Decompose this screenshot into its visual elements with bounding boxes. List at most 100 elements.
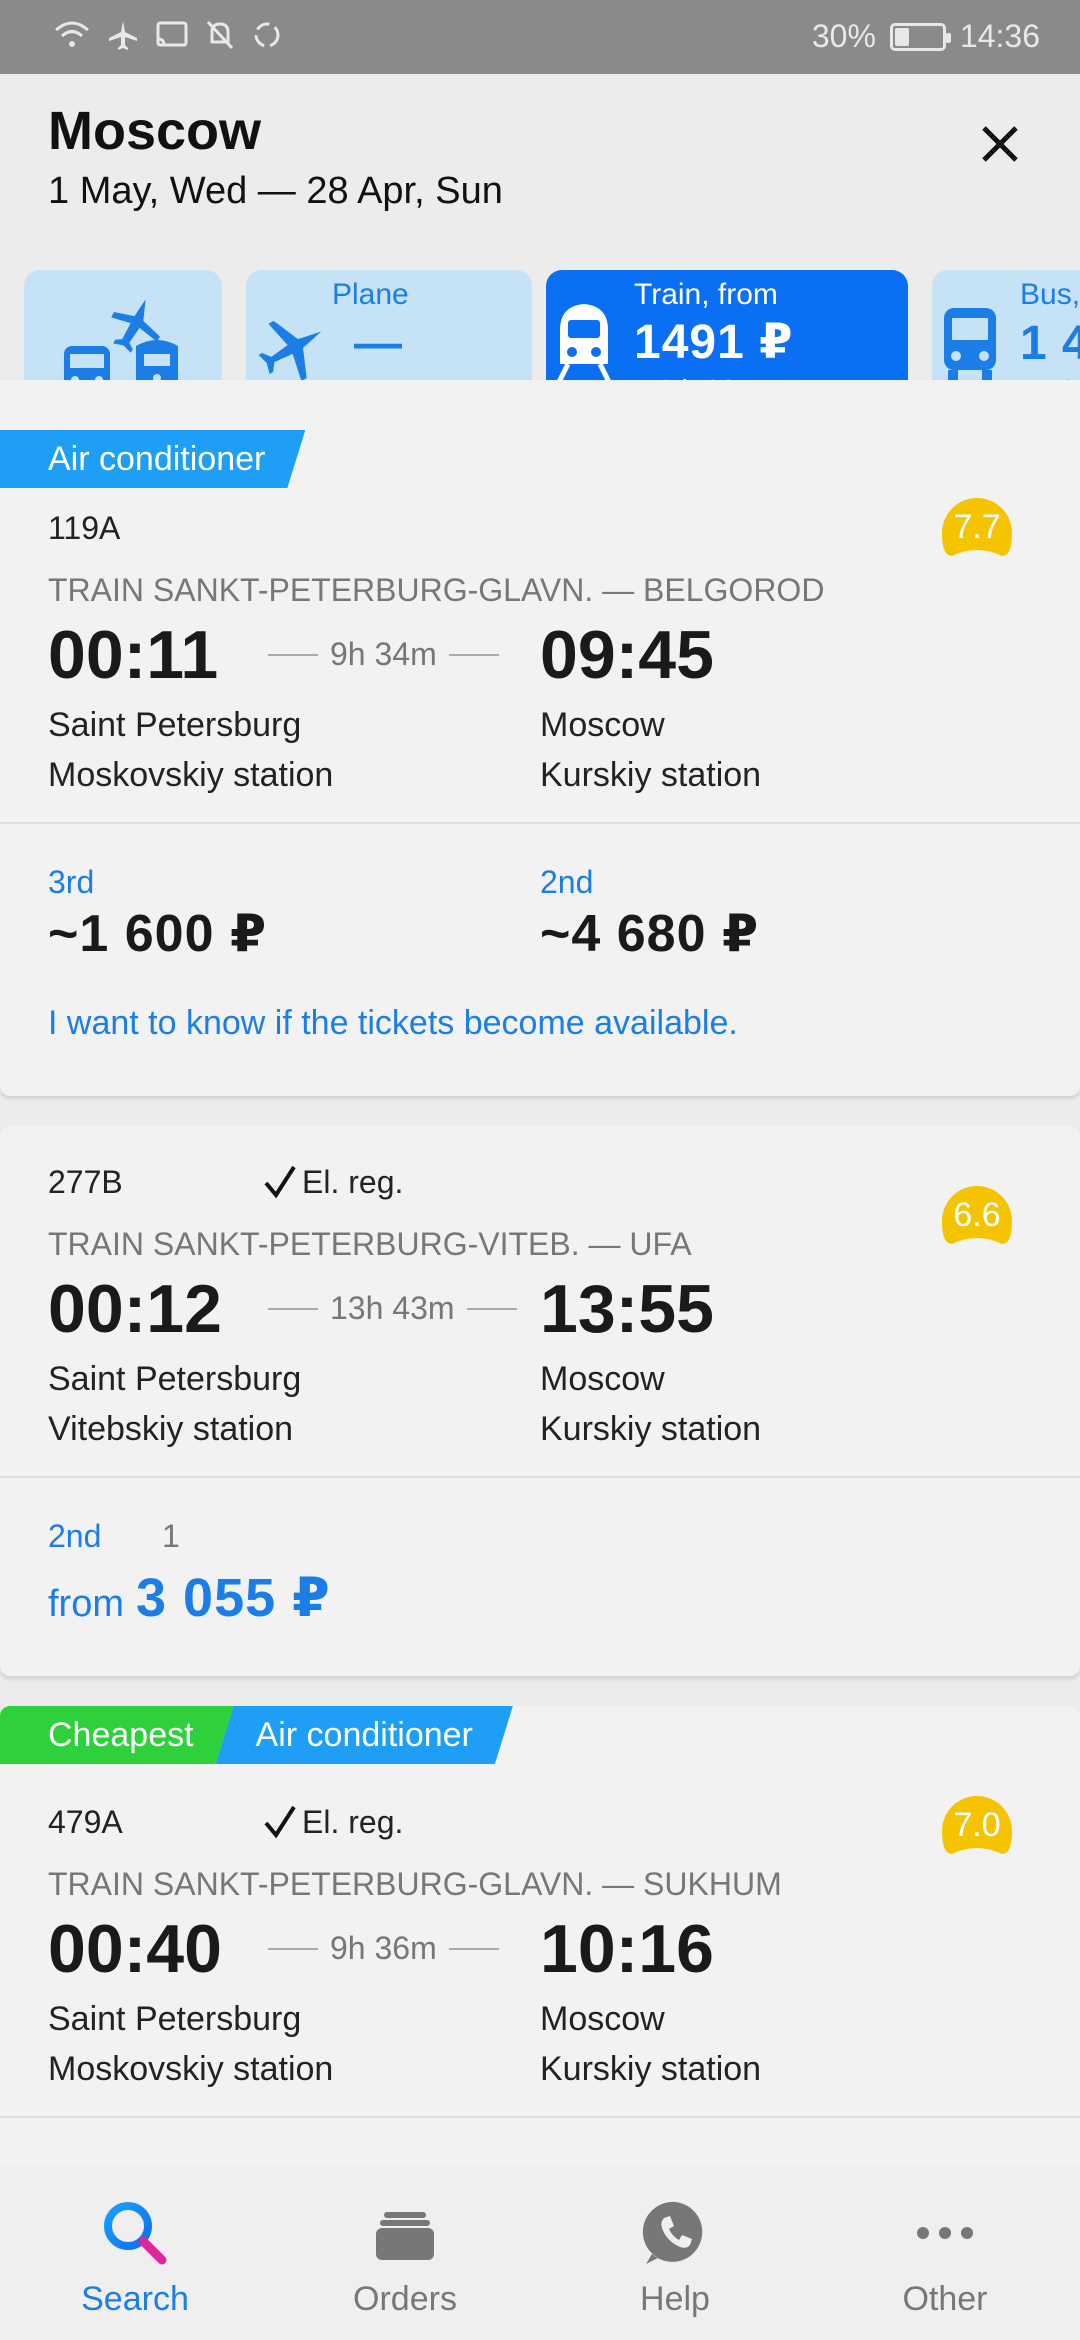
train-icon xyxy=(556,304,612,386)
bus-label: Bus, xyxy=(1020,278,1080,311)
departure-station: Moskovskiy station xyxy=(48,2050,334,2088)
nav-label: Other xyxy=(902,2280,988,2318)
train-price: 1491 ₽ xyxy=(634,316,794,369)
train-label: Train, from xyxy=(634,278,778,311)
departure-time: 00:12 xyxy=(48,1271,222,1347)
cheapest-tag: Cheapest xyxy=(0,1706,234,1764)
wifi-icon xyxy=(55,21,89,47)
arrival-city: Moscow xyxy=(540,2000,665,2038)
checkmark-icon xyxy=(264,1165,296,1198)
bottom-navigation: Search Orders Help Other xyxy=(0,2166,1080,2340)
rating-badge: 7.0 xyxy=(940,1794,1014,1860)
divider xyxy=(0,2116,1080,2118)
nav-search[interactable]: Search xyxy=(0,2166,270,2340)
train-card[interactable]: Air conditioner 119A 7.7 TRAIN SANKT-PET… xyxy=(0,380,1080,1096)
arrival-station: Kurskiy station xyxy=(540,1410,762,1448)
route-name: TRAIN SANKT-PETERBURG-VITEB. — UFA xyxy=(48,1226,692,1262)
travel-dates[interactable]: 1 May, Wed — 28 Apr, Sun xyxy=(48,170,503,213)
more-icon xyxy=(917,2227,973,2239)
sync-icon xyxy=(254,22,280,48)
departure-station: Moskovskiy station xyxy=(48,756,334,794)
trip-duration: 9h 36m xyxy=(268,1930,499,1967)
battery-level xyxy=(894,27,909,46)
price-from: from 3 055 ₽ xyxy=(48,1566,331,1629)
bus-icon xyxy=(944,308,996,380)
rating-value: 7.7 xyxy=(953,508,1001,546)
battery-percent: 30% xyxy=(811,18,876,54)
plane-value: — xyxy=(354,317,403,370)
card-tags: Cheapest Air conditioner xyxy=(0,1706,513,1764)
arrival-station: Kurskiy station xyxy=(540,2050,762,2088)
card-tags: Air conditioner xyxy=(0,430,305,488)
duration-text: 9h 36m xyxy=(330,1930,437,1966)
arrival-city: Moscow xyxy=(540,1360,665,1398)
rating-value: 6.6 xyxy=(953,1196,1001,1234)
divider xyxy=(0,822,1080,824)
divider xyxy=(0,1476,1080,1478)
class-name: 3rd xyxy=(48,864,95,900)
clock: 14:36 xyxy=(959,18,1040,54)
close-icon[interactable] xyxy=(968,112,1032,176)
arrival-time: 10:16 xyxy=(540,1911,714,1987)
orders-icon xyxy=(376,2212,434,2260)
arrival-time: 13:55 xyxy=(540,1271,714,1347)
air-conditioner-tag: Air conditioner xyxy=(216,1706,513,1764)
cast-icon xyxy=(156,21,188,47)
nav-label: Orders xyxy=(353,2280,457,2318)
bus-price: 1 4 xyxy=(1020,317,1080,370)
train-number: 479A xyxy=(48,1804,123,1840)
nav-label: Search xyxy=(81,2280,189,2318)
e-registration-label: El. reg. xyxy=(302,1164,404,1200)
departure-city: Saint Petersburg xyxy=(48,706,302,744)
trip-duration: 13h 43m xyxy=(268,1290,517,1327)
checkmark-icon xyxy=(264,1805,296,1838)
seat-count: 1 xyxy=(162,1518,180,1554)
e-registration: El. reg. xyxy=(262,1804,403,1841)
rating-badge: 6.6 xyxy=(940,1184,1014,1250)
route-name: TRAIN SANKT-PETERBURG-GLAVN. — SUKHUM xyxy=(48,1866,782,1902)
departure-city: Saint Petersburg xyxy=(48,2000,302,2038)
status-icons xyxy=(52,18,284,52)
arrival-time: 09:45 xyxy=(540,617,714,693)
departure-time: 00:11 xyxy=(48,617,219,693)
nav-other[interactable]: Other xyxy=(810,2166,1080,2340)
departure-station: Vitebskiy station xyxy=(48,1410,294,1448)
class-price: ~1 600 ₽ xyxy=(48,905,268,963)
e-registration-label: El. reg. xyxy=(302,1804,404,1840)
nav-orders[interactable]: Orders xyxy=(270,2166,540,2340)
rating-badge: 7.7 xyxy=(940,496,1014,562)
price-value: 3 055 ₽ xyxy=(136,1568,331,1628)
departure-city: Saint Petersburg xyxy=(48,1360,302,1398)
airplane-mode-icon xyxy=(109,21,137,50)
class-name: 2nd xyxy=(540,864,594,900)
air-conditioner-tag: Air conditioner xyxy=(0,430,305,488)
class-price: ~4 680 ₽ xyxy=(540,905,760,963)
nav-label: Help xyxy=(640,2280,710,2318)
train-number: 277B xyxy=(48,1164,123,1200)
mute-bell-icon xyxy=(206,20,234,50)
battery-icon xyxy=(889,22,951,51)
class-name: 2nd xyxy=(48,1518,102,1554)
e-registration: El. reg. xyxy=(262,1164,403,1201)
trip-duration: 9h 34m xyxy=(268,636,499,673)
arrival-city: Moscow xyxy=(540,706,665,744)
destination-title: Moscow xyxy=(48,101,262,161)
duration-text: 9h 34m xyxy=(330,636,437,672)
train-number: 119A xyxy=(48,510,121,546)
search-icon xyxy=(104,2202,167,2265)
phone-icon xyxy=(642,2201,703,2264)
rating-value: 7.0 xyxy=(953,1806,1001,1844)
status-right: 30% 14:36 xyxy=(812,18,1040,55)
arrival-station: Kurskiy station xyxy=(540,756,762,794)
plane-label: Plane xyxy=(332,278,409,311)
departure-time: 00:40 xyxy=(48,1911,222,1987)
notify-availability-link[interactable]: I want to know if the tickets become ava… xyxy=(48,1004,738,1043)
train-card[interactable]: 277B El. reg. 6.6 TRAIN SANKT-PETERBURG-… xyxy=(0,1126,1080,1676)
nav-help[interactable]: Help xyxy=(540,2166,810,2340)
route-name: TRAIN SANKT-PETERBURG-GLAVN. — BELGOROD xyxy=(48,572,825,608)
duration-text: 13h 43m xyxy=(330,1290,455,1326)
from-label: from xyxy=(48,1583,124,1625)
train-card[interactable]: Cheapest Air conditioner 479A El. reg. 7… xyxy=(0,1706,1080,2186)
status-bar: 30% 14:36 xyxy=(0,0,1080,74)
plane-icon xyxy=(258,320,322,382)
